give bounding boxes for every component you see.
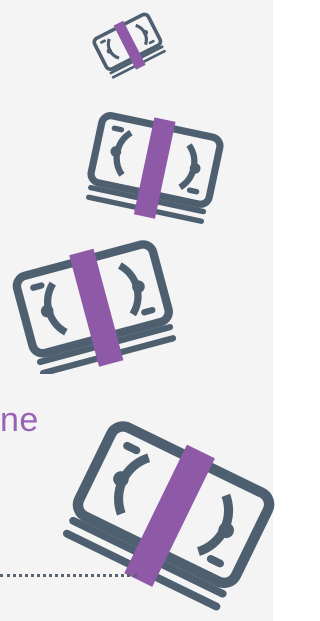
money-stack-icon — [92, 12, 166, 79]
dotted-divider — [0, 574, 137, 577]
money-stack-icon — [85, 112, 224, 224]
cropped-heading-text: ne — [0, 401, 39, 439]
money-stack-icon — [12, 240, 177, 374]
illustration-canvas: ne — [0, 0, 285, 621]
money-stack-icon — [62, 421, 275, 611]
